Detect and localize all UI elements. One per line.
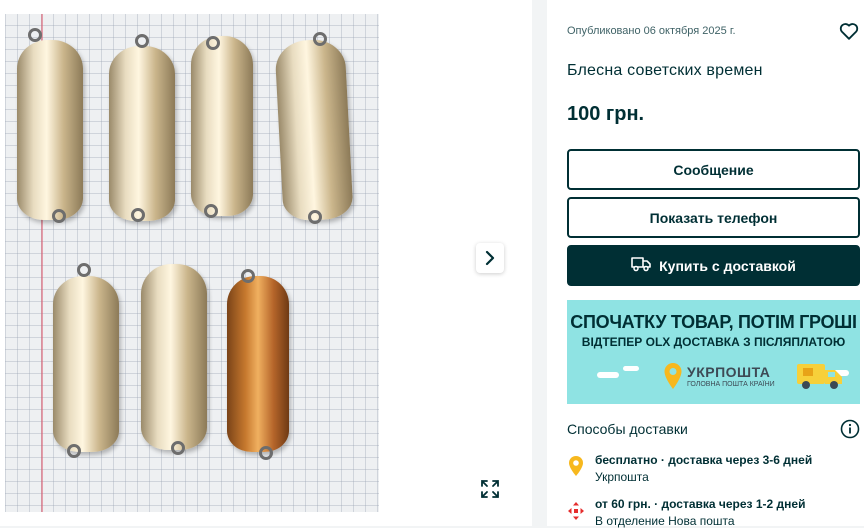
delivery-option-sub: Укрпошта: [595, 470, 649, 484]
banner-headline: СПОЧАТКУ ТОВАР, ПОТІМ ГРОШІ: [570, 312, 857, 332]
lure-ring: [259, 446, 273, 460]
cloud-decoration: [597, 372, 619, 378]
listing-price: 100 грн.: [567, 103, 645, 125]
lure-ring: [67, 444, 81, 458]
lure-ring: [52, 209, 66, 223]
lure-3: [191, 36, 253, 216]
banner-subline: ВІДТЕПЕР OLX ДОСТАВКА З ПІСЛЯПЛАТОЮ: [581, 335, 846, 349]
lure-2: [109, 46, 175, 221]
lure-5: [53, 276, 119, 452]
chevron-right-icon: [485, 250, 495, 266]
lure-ring: [204, 204, 218, 218]
lure-ring: [131, 208, 145, 222]
truck-icon: [631, 256, 651, 275]
published-date: Опубликовано 06 октября 2025 г.: [567, 25, 736, 37]
lure-ring: [308, 210, 322, 224]
delivery-option-main: от 60 грн. · доставка через 1-2 дней: [595, 497, 806, 511]
banner-logo-sub: ГОЛОВНА ПОШТА КРАЇНИ: [687, 381, 775, 388]
lure-ring: [135, 34, 149, 48]
lure-1: [17, 40, 83, 220]
cloud-decoration: [623, 366, 639, 371]
buy-with-delivery-button[interactable]: Купить с доставкой: [567, 245, 860, 286]
delivery-section-title: Способы доставки: [567, 421, 688, 437]
image-gallery: [0, 0, 532, 526]
delivery-truck-illustration-icon: [797, 364, 842, 389]
lure-ring: [77, 263, 91, 277]
lure-4: [274, 38, 354, 222]
lure-ring: [241, 269, 255, 283]
show-phone-button-label: Показать телефон: [649, 209, 778, 226]
lure-ring: [206, 36, 220, 50]
banner-logo-name: УКРПОШТА: [687, 364, 771, 380]
favorite-button[interactable]: [838, 20, 860, 42]
gallery-expand-button[interactable]: [476, 476, 504, 502]
gallery-next-button[interactable]: [476, 243, 504, 273]
promo-banner[interactable]: СПОЧАТКУ ТОВАР, ПОТІМ ГРОШІ ВІДТЕПЕР OLX…: [567, 300, 860, 404]
ukrposhta-logo-icon: [664, 363, 682, 389]
lure-ring: [313, 32, 327, 46]
listing-title: Блесна советских времен: [567, 62, 763, 79]
info-icon[interactable]: [840, 419, 860, 439]
lure-ring: [28, 28, 42, 42]
show-phone-button[interactable]: Показать телефон: [567, 197, 860, 238]
listing-details-card: Опубликовано 06 октября 2025 г. Блесна с…: [547, 0, 864, 528]
lure-7-copper: [227, 276, 289, 452]
message-button[interactable]: Сообщение: [567, 149, 860, 190]
expand-icon: [481, 480, 499, 498]
lure-ring: [171, 441, 185, 455]
ukrposhta-pin-icon: [569, 456, 583, 476]
listing-photo[interactable]: [5, 14, 379, 512]
delivery-option-main: бесплатно · доставка через 3-6 дней: [595, 453, 813, 467]
nova-poshta-icon: [568, 502, 584, 520]
heart-icon: [839, 23, 859, 40]
message-button-label: Сообщение: [673, 161, 754, 178]
lure-6: [141, 264, 207, 450]
buy-with-delivery-label: Купить с доставкой: [659, 257, 796, 274]
